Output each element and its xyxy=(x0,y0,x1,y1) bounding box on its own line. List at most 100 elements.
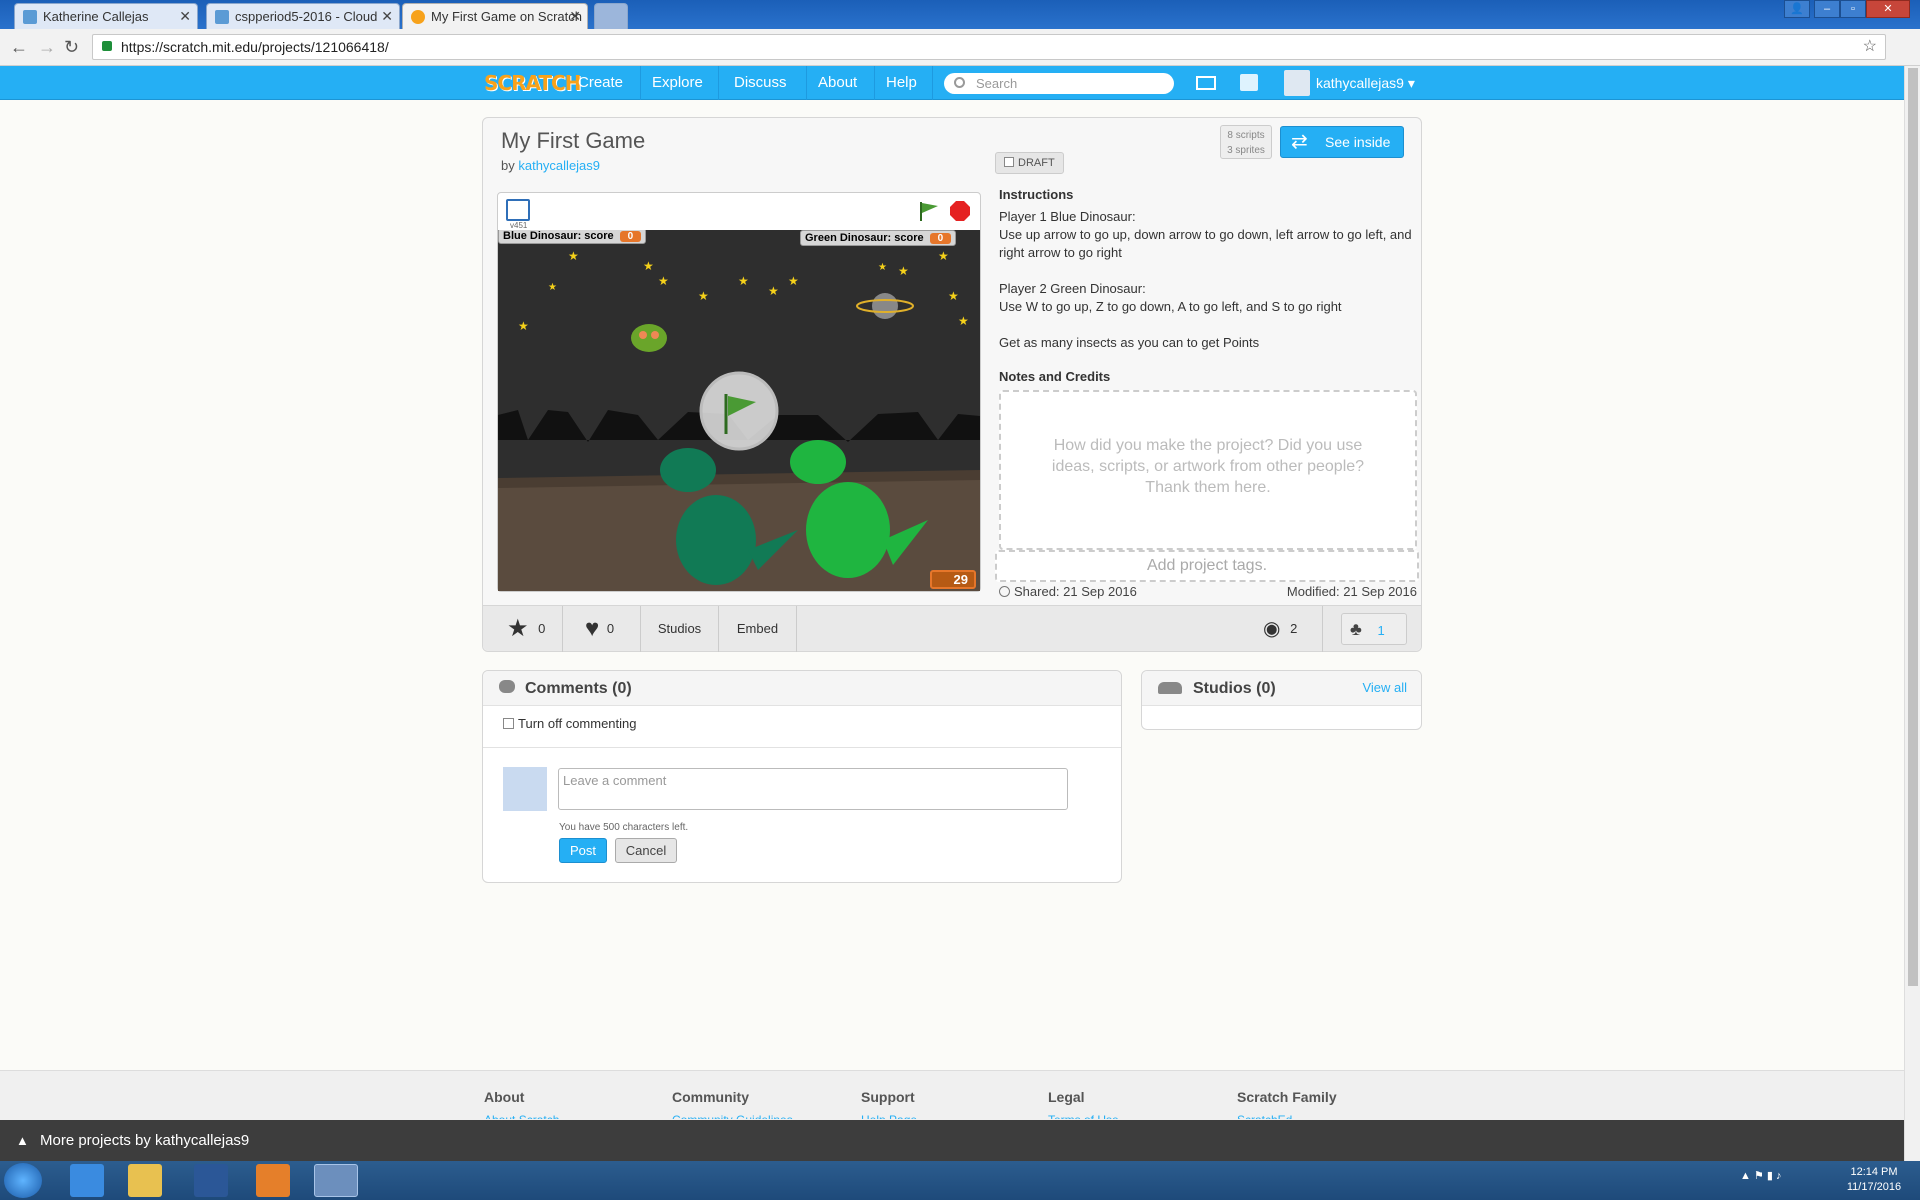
studios-header: Studios (0) View all xyxy=(1142,671,1421,706)
more-projects-bar[interactable]: ▲ More projects by kathycallejas9 xyxy=(0,1120,1904,1161)
address-bar[interactable]: https://scratch.mit.edu/projects/1210664… xyxy=(92,34,1886,60)
project-player: v451 ★ ★ ★ ★ ★ ★ ★ ★ ★ ★ ★ ★ ★ ★ Blue Di… xyxy=(497,192,981,592)
nav-discuss[interactable]: Discuss xyxy=(724,66,797,100)
nav-explore[interactable]: Explore xyxy=(642,66,713,100)
chevron-up-icon: ▲ xyxy=(16,1133,29,1148)
word-icon[interactable] xyxy=(194,1164,228,1197)
footer-link[interactable]: Help Page xyxy=(861,1113,917,1119)
close-icon[interactable]: ✕ xyxy=(569,8,581,25)
instructions-line[interactable]: Player 1 Blue Dinosaur: xyxy=(999,208,1415,226)
comment-input[interactable]: Leave a comment xyxy=(558,768,1068,810)
comments-panel: Comments (0) Turn off commenting Leave a… xyxy=(482,670,1122,883)
instructions-line[interactable]: Player 2 Green Dinosaur: xyxy=(999,280,1415,298)
close-icon[interactable]: ✕ xyxy=(381,8,393,25)
love-button[interactable]: ♥ 0 xyxy=(563,606,641,652)
project-counts: 8 scripts 3 sprites xyxy=(1220,125,1272,159)
project-stats-bar: ★ 0 ♥ 0 Studios Embed ◉ 2 ♣ 1 xyxy=(483,605,1421,652)
cloud-icon xyxy=(23,10,37,24)
speech-bubble-icon xyxy=(499,680,515,693)
turn-off-commenting-checkbox[interactable] xyxy=(503,718,514,729)
post-button[interactable]: Post xyxy=(559,838,607,863)
svg-text:★: ★ xyxy=(768,284,779,298)
see-inside-button[interactable]: ⇄ See inside xyxy=(1280,126,1404,158)
maximize-icon[interactable]: ▫ xyxy=(1840,0,1866,18)
svg-text:★: ★ xyxy=(568,249,579,263)
messages-icon[interactable] xyxy=(1196,76,1216,90)
internet-explorer-icon[interactable] xyxy=(70,1164,104,1197)
modified-date: Modified: 21 Sep 2016 xyxy=(1286,584,1417,599)
profile-icon[interactable]: 👤 xyxy=(1784,0,1810,18)
svg-text:★: ★ xyxy=(958,314,969,328)
draft-checkbox[interactable] xyxy=(1004,157,1014,167)
search-input[interactable]: Search xyxy=(944,73,1174,94)
project-tags-field[interactable]: Add project tags. xyxy=(995,550,1419,582)
view-all-link[interactable]: View all xyxy=(1362,680,1407,695)
nav-about[interactable]: About xyxy=(808,66,867,100)
project-byline: by kathycallejas9 xyxy=(501,158,601,173)
media-player-icon[interactable] xyxy=(256,1164,290,1197)
my-stuff-icon[interactable] xyxy=(1240,74,1258,91)
forward-arrow-icon[interactable]: → xyxy=(38,37,56,58)
scrollbar-thumb[interactable] xyxy=(1908,68,1918,986)
draft-badge[interactable]: DRAFT xyxy=(995,152,1064,174)
instructions-line[interactable]: Get as many insects as you can to get Po… xyxy=(999,334,1415,352)
footer-link[interactable]: Terms of Use xyxy=(1048,1113,1119,1119)
tray-icons[interactable]: ▲ ⚑ ▮ ♪ xyxy=(1740,1169,1781,1182)
browser-tab[interactable]: Katherine Callejas ✕ xyxy=(14,3,198,29)
stage-canvas[interactable]: ★ ★ ★ ★ ★ ★ ★ ★ ★ ★ ★ ★ ★ ★ Blue Dinosau… xyxy=(498,230,980,591)
browser-tab-active[interactable]: My First Game on Scratch ✕ xyxy=(402,3,588,29)
project-title[interactable]: My First Game xyxy=(501,128,645,154)
footer-heading: Legal xyxy=(1048,1089,1085,1105)
avatar xyxy=(503,767,547,811)
project-panel: My First Game by kathycallejas9 DRAFT 8 … xyxy=(482,117,1422,652)
remix-tree-button[interactable]: ♣ 1 xyxy=(1341,613,1407,645)
file-explorer-icon[interactable] xyxy=(128,1164,162,1197)
favorite-button[interactable]: ★ 0 xyxy=(483,606,563,652)
svg-text:★: ★ xyxy=(788,274,799,288)
footer-link[interactable]: Community Guidelines xyxy=(672,1113,793,1119)
notes-credits-field[interactable]: How did you make the project? Did you us… xyxy=(999,390,1417,550)
footer-link[interactable]: ScratchEd xyxy=(1237,1113,1292,1119)
embed-button[interactable]: Embed xyxy=(719,606,797,652)
footer-link[interactable]: About Scratch xyxy=(484,1113,559,1119)
back-arrow-icon[interactable]: ← xyxy=(10,37,28,58)
svg-text:★: ★ xyxy=(878,262,887,273)
scratch-logo[interactable]: SCRATCH xyxy=(484,71,581,95)
cancel-button[interactable]: Cancel xyxy=(615,838,677,863)
studios-panel: Studios (0) View all xyxy=(1141,670,1422,730)
svg-text:★: ★ xyxy=(548,282,557,293)
green-flag-icon[interactable] xyxy=(917,200,941,222)
lock-icon xyxy=(102,41,112,51)
svg-text:★: ★ xyxy=(898,264,909,278)
search-icon xyxy=(954,77,965,88)
heart-icon: ♥ xyxy=(585,615,600,642)
comments-header: Comments (0) xyxy=(483,671,1121,706)
close-icon[interactable]: ✕ xyxy=(179,8,191,25)
new-tab-button[interactable] xyxy=(594,3,628,29)
clock[interactable]: 12:14 PM 11/17/2016 xyxy=(1834,1165,1914,1195)
nav-divider xyxy=(640,66,641,100)
nav-help[interactable]: Help xyxy=(876,66,927,100)
view-count: ◉ 2 xyxy=(1263,606,1323,652)
close-window-icon[interactable]: ✕ xyxy=(1866,0,1910,18)
star-bookmark-icon[interactable]: ☆ xyxy=(1863,35,1877,59)
browser-tab[interactable]: cspperiod5-2016 - Cloud ✕ xyxy=(206,3,400,29)
nav-create[interactable]: Create xyxy=(568,66,633,100)
author-link[interactable]: kathycallejas9 xyxy=(518,158,600,173)
account-menu[interactable]: kathycallejas9 ▾ xyxy=(1316,66,1415,100)
instructions-line[interactable]: Use up arrow to go up, down arrow to go … xyxy=(999,226,1415,262)
studios-button[interactable]: Studios xyxy=(641,606,719,652)
page-scrollbar[interactable] xyxy=(1904,66,1920,1161)
nav-divider xyxy=(932,66,933,100)
notes-header: Notes and Credits xyxy=(999,369,1111,384)
instructions-line[interactable]: Use W to go up, Z to go down, A to go le… xyxy=(999,298,1415,316)
minimize-icon[interactable]: – xyxy=(1814,0,1840,18)
chrome-icon[interactable] xyxy=(314,1164,358,1197)
reload-icon[interactable]: ↻ xyxy=(64,37,79,58)
turn-off-commenting[interactable]: Turn off commenting xyxy=(503,716,637,731)
start-button[interactable] xyxy=(4,1163,42,1198)
fullscreen-icon[interactable] xyxy=(506,199,530,221)
divider xyxy=(483,747,1121,748)
avatar[interactable] xyxy=(1284,70,1310,96)
stop-icon[interactable] xyxy=(949,200,971,222)
